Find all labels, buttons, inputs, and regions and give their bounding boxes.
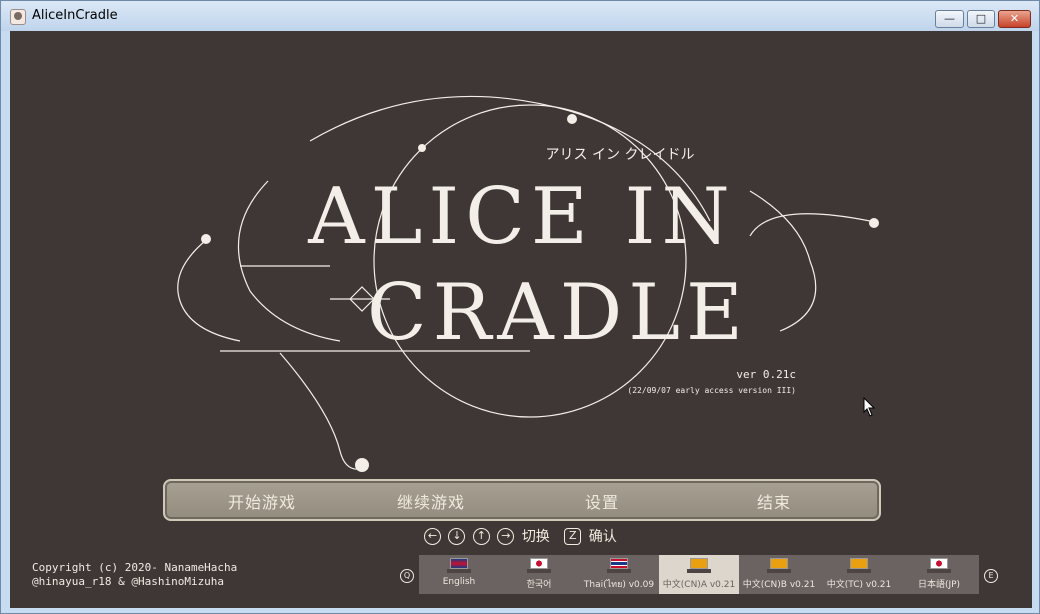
mouse-cursor-icon <box>863 397 876 417</box>
korea-flag-icon <box>530 558 548 569</box>
build-note: (22/09/07 early access version III) <box>627 386 796 395</box>
maximize-button[interactable]: □ <box>967 10 995 28</box>
language-selector: English 한국어 Thai(ไทย) v0.09 中文(CN)A v0.2… <box>419 555 979 594</box>
game-canvas[interactable]: ALICE IN CRADLE アリス イン クレイドル ver 0.21c (… <box>10 31 1032 608</box>
language-label: 中文(CN)B v0.21 <box>742 580 816 590</box>
flag-tag <box>847 569 871 573</box>
flag-tag <box>527 569 551 573</box>
language-label: 한국어 <box>526 580 552 590</box>
menu-quit[interactable]: 结束 <box>757 489 791 513</box>
minimize-button[interactable]: — <box>935 10 964 28</box>
title-bar[interactable]: AliceInCradle — □ ✕ <box>1 1 1039 31</box>
language-label: Thai(ไทย) v0.09 <box>583 580 655 590</box>
z-key-icon: Z <box>564 527 582 545</box>
e-key-icon[interactable]: E <box>984 569 998 583</box>
copyright-line-2: @hinayua_r18 & @HashinoMizuha <box>32 575 225 588</box>
main-menu: 开始游戏 继续游戏 设置 结束 <box>163 479 881 521</box>
confirm-hint-label: 确认 <box>588 529 617 545</box>
menu-start-game[interactable]: 开始游戏 <box>228 489 296 513</box>
close-button[interactable]: ✕ <box>998 10 1031 28</box>
language-option-thai[interactable]: Thai(ไทย) v0.09 <box>579 555 659 594</box>
flag-tag <box>927 569 951 573</box>
language-label: 日本語(JP) <box>917 580 961 590</box>
logo-line-2: CRADLE <box>367 268 749 358</box>
language-label: 中文(CN)A v0.21 <box>662 580 736 590</box>
window-title: AliceInCradle <box>32 8 118 23</box>
chinese-flag-icon <box>690 558 708 569</box>
switch-hint-label: 切换 <box>521 529 550 545</box>
thailand-flag-icon <box>610 558 628 569</box>
menu-settings[interactable]: 设置 <box>585 489 619 513</box>
menu-continue-game[interactable]: 继续游戏 <box>397 489 465 513</box>
language-option-korean[interactable]: 한국어 <box>499 555 579 594</box>
copyright-notice: Copyright (c) 2020- NanameHacha @hinayua… <box>32 561 237 589</box>
language-option-tc[interactable]: 中文(TC) v0.21 <box>819 555 899 594</box>
japan-flag-icon <box>930 558 948 569</box>
copyright-line-1: Copyright (c) 2020- NanameHacha <box>32 561 238 574</box>
language-option-english[interactable]: English <box>419 555 499 594</box>
right-arrow-key-icon: → <box>497 527 515 545</box>
language-option-cn-a[interactable]: 中文(CN)A v0.21 <box>659 555 739 594</box>
language-option-japanese[interactable]: 日本語(JP) <box>899 555 979 594</box>
uk-flag-icon <box>450 558 468 569</box>
game-window: AliceInCradle — □ ✕ ALICE IN CRADLE アリス … <box>0 0 1040 614</box>
control-hints: ← ↓ ↑ → 切换 Z 确认 <box>424 526 627 546</box>
q-key-icon[interactable]: Q <box>400 569 414 583</box>
language-label: English <box>442 577 476 587</box>
left-arrow-key-icon: ← <box>424 527 441 545</box>
down-arrow-key-icon: ↓ <box>448 527 466 545</box>
flag-tag <box>687 569 711 573</box>
flag-tag <box>447 569 471 573</box>
language-label: 中文(TC) v0.21 <box>826 580 892 590</box>
language-option-cn-b[interactable]: 中文(CN)B v0.21 <box>739 555 819 594</box>
logo-katakana: アリス イン クレイドル <box>546 147 695 163</box>
version-label: ver 0.21c <box>736 368 796 381</box>
flag-tag <box>607 569 631 573</box>
chinese-flag-icon <box>850 558 868 569</box>
chinese-flag-icon <box>770 558 788 569</box>
up-arrow-key-icon: ↑ <box>472 527 490 545</box>
app-icon <box>10 9 26 25</box>
logo-line-1: ALICE IN <box>307 172 735 262</box>
flag-tag <box>767 569 791 573</box>
title-logo: ALICE IN CRADLE アリス イン クレイドル ver 0.21c (… <box>177 95 879 472</box>
